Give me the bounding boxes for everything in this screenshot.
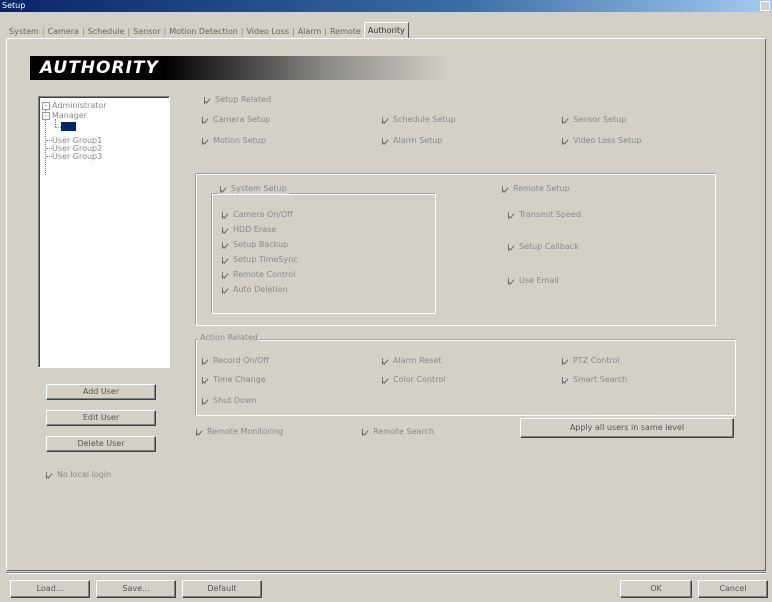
- checkmark-icon: [562, 137, 569, 145]
- shut-down-checkbox[interactable]: Shut Down: [202, 396, 257, 406]
- checkmark-icon: [222, 286, 229, 294]
- checkmark-icon: [222, 226, 229, 234]
- edit-user-button[interactable]: Edit User: [46, 410, 156, 426]
- checkmark-icon: [508, 277, 515, 285]
- setup-callback-checkbox[interactable]: Setup Callback: [508, 242, 579, 252]
- setup-related-checkbox[interactable]: Setup Related: [204, 95, 271, 105]
- tab-camera[interactable]: Camera: [45, 25, 82, 38]
- bottom-divider: [6, 572, 766, 574]
- hdd-erase-checkbox[interactable]: HDD Erase: [222, 225, 276, 235]
- checkmark-icon: [508, 211, 515, 219]
- checkmark-icon: [202, 376, 209, 384]
- remote-control-checkbox[interactable]: Remote Control: [222, 270, 295, 280]
- ptz-control-checkbox[interactable]: PTZ Control: [562, 356, 620, 366]
- tab-schedule[interactable]: Schedule: [85, 25, 128, 38]
- tab-remote[interactable]: Remote: [327, 25, 364, 38]
- checkmark-icon: [362, 428, 369, 436]
- transmit-speed-checkbox[interactable]: Transmit Speed: [508, 210, 581, 220]
- motion-setup-checkbox[interactable]: Motion Setup: [202, 136, 266, 146]
- checkmark-icon: [562, 357, 569, 365]
- tree-item-selected-user[interactable]: ---: [61, 122, 76, 131]
- checkmark-icon: [562, 116, 569, 124]
- section-title: AUTHORITY: [40, 58, 159, 78]
- action-related-group: [196, 340, 736, 416]
- tab-sensor[interactable]: Sensor: [130, 25, 163, 38]
- no-local-login-checkbox[interactable]: No local login: [46, 470, 111, 480]
- checkmark-icon: [220, 185, 227, 193]
- save-button[interactable]: Save...: [96, 580, 176, 598]
- alarm-setup-checkbox[interactable]: Alarm Setup: [382, 136, 442, 146]
- apply-all-users-button[interactable]: Apply all users in same level: [520, 418, 734, 438]
- ok-button[interactable]: OK: [620, 580, 692, 598]
- add-user-button[interactable]: Add User: [46, 384, 156, 400]
- remote-search-checkbox[interactable]: Remote Search: [362, 427, 434, 437]
- checkmark-icon: [382, 137, 389, 145]
- window-title: Setup: [2, 1, 26, 10]
- checkmark-icon: [382, 376, 389, 384]
- checkmark-icon: [382, 116, 389, 124]
- checkmark-icon: [222, 241, 229, 249]
- title-bar: Setup: [0, 0, 772, 12]
- record-onoff-checkbox[interactable]: Record On/Off: [202, 356, 269, 366]
- delete-user-button[interactable]: Delete User: [46, 436, 156, 452]
- system-setup-checkbox[interactable]: System Setup: [218, 184, 289, 194]
- checkmark-icon: [222, 271, 229, 279]
- tab-alarm[interactable]: Alarm: [295, 25, 325, 38]
- cancel-button[interactable]: Cancel: [698, 580, 768, 598]
- section-banner: AUTHORITY: [30, 56, 450, 80]
- tab-motion-detection[interactable]: Motion Detection: [166, 25, 241, 38]
- color-control-checkbox[interactable]: Color Control: [382, 375, 445, 385]
- checkmark-icon: [202, 357, 209, 365]
- action-related-label: Action Related: [198, 333, 260, 342]
- close-icon[interactable]: [760, 1, 770, 11]
- tab-bar: System | Camera | Schedule | Sensor | Motion…: [6, 22, 409, 38]
- camera-onoff-checkbox[interactable]: Camera On/Off: [222, 210, 293, 220]
- checkmark-icon: [46, 471, 53, 479]
- smart-search-checkbox[interactable]: Smart Search: [562, 375, 627, 385]
- remote-monitoring-checkbox[interactable]: Remote Monitoring: [196, 427, 283, 437]
- sensor-setup-checkbox[interactable]: Sensor Setup: [562, 115, 626, 125]
- tab-video-loss[interactable]: Video Loss: [243, 25, 292, 38]
- setup-backup-checkbox[interactable]: Setup Backup: [222, 240, 288, 250]
- use-email-checkbox[interactable]: Use Email: [508, 276, 559, 286]
- checkmark-icon: [196, 428, 203, 436]
- time-change-checkbox[interactable]: Time Change: [202, 375, 266, 385]
- checkmark-icon: [202, 137, 209, 145]
- checkmark-icon: [202, 116, 209, 124]
- video-loss-setup-checkbox[interactable]: Video Loss Setup: [562, 136, 641, 146]
- schedule-setup-checkbox[interactable]: Schedule Setup: [382, 115, 456, 125]
- tree-item-manager[interactable]: Manager: [52, 111, 87, 120]
- tree-item-user-group3[interactable]: User Group3: [52, 152, 102, 161]
- checkmark-icon: [204, 96, 211, 104]
- checkmark-icon: [222, 211, 229, 219]
- checkmark-icon: [502, 185, 509, 193]
- alarm-reset-checkbox[interactable]: Alarm Reset: [382, 356, 441, 366]
- checkmark-icon: [382, 357, 389, 365]
- user-tree[interactable]: - - Administrator Manager --- User Group…: [38, 96, 170, 368]
- checkmark-icon: [202, 397, 209, 405]
- checkmark-icon: [222, 256, 229, 264]
- collapse-icon[interactable]: -: [42, 112, 50, 120]
- load-button[interactable]: Load...: [10, 580, 90, 598]
- tree-item-administrator[interactable]: Administrator: [52, 101, 107, 110]
- auto-deletion-checkbox[interactable]: Auto Deletion: [222, 285, 288, 295]
- tab-authority[interactable]: Authority: [363, 22, 409, 38]
- remote-setup-checkbox[interactable]: Remote Setup: [500, 184, 572, 194]
- checkmark-icon: [562, 376, 569, 384]
- collapse-icon[interactable]: -: [42, 102, 50, 110]
- checkmark-icon: [508, 243, 515, 251]
- default-button[interactable]: Default: [182, 580, 262, 598]
- setup-timesync-checkbox[interactable]: Setup TimeSync: [222, 255, 298, 265]
- tab-system[interactable]: System: [6, 25, 42, 38]
- camera-setup-checkbox[interactable]: Camera Setup: [202, 115, 270, 125]
